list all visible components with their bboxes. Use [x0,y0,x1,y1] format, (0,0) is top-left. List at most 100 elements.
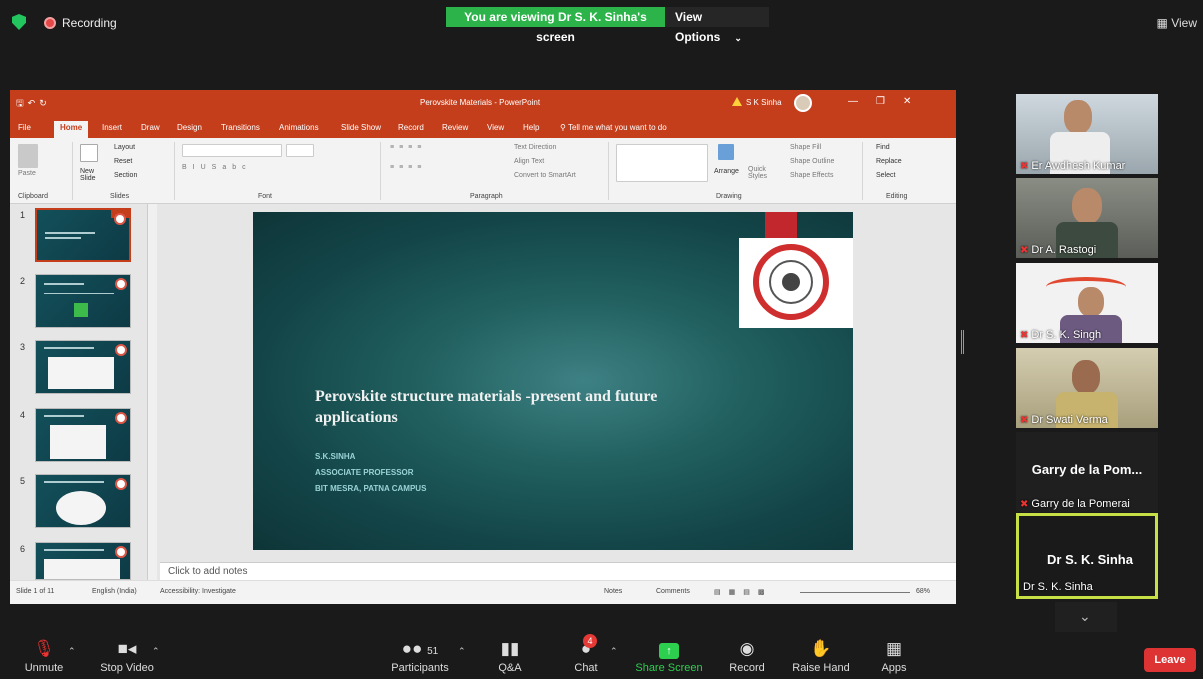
paragraph-list-buttons[interactable]: ≡≡≡≡ [390,144,426,151]
participant-tile[interactable]: ✖ Dr A. Rastogi [1016,178,1158,258]
tab-review[interactable]: Review [442,123,468,132]
view-options-button[interactable]: View Options ⌄ [665,7,769,44]
paste-icon[interactable] [18,144,38,168]
view-mode-buttons[interactable]: ▤▦▤▩ [714,588,772,596]
notes-toggle[interactable]: Notes [604,588,622,595]
font-size-select[interactable] [286,144,314,157]
thumb-text-line [44,283,84,285]
qa-button[interactable]: ▮▮ Q&A [490,638,530,674]
recording-icon [44,17,56,29]
shape-fill-button[interactable]: Shape Fill [790,144,821,151]
qa-icon: ▮▮ [500,639,520,658]
tab-slide-show[interactable]: Slide Show [341,123,381,132]
tab-draw[interactable]: Draw [141,123,160,132]
chat-label: Chat [574,662,598,674]
raise-hand-button[interactable]: ✋ Raise Hand [788,638,854,674]
participants-button[interactable]: ●● 51 Participants [388,638,452,674]
logo-icon [115,478,127,490]
slide-number: 4 [20,410,26,420]
align-text-button[interactable]: Align Text [514,158,544,165]
replace-button[interactable]: Replace [876,158,902,165]
font-format-buttons[interactable]: BIUSabc [182,164,252,171]
participant-face [1064,100,1092,134]
share-screen-button[interactable]: ↑ Share Screen [634,638,704,674]
tab-animations[interactable]: Animations [279,123,319,132]
slide-thumbnail[interactable] [35,340,131,394]
accessibility-status[interactable]: Accessibility: Investigate [160,588,236,595]
thumb-text-line [45,237,81,239]
stop-video-button[interactable]: ■◂ Stop Video [96,638,158,674]
select-button[interactable]: Select [876,172,895,179]
section-button[interactable]: Section [114,172,137,179]
audio-options-caret[interactable]: ⌃ [68,646,76,657]
participant-name-label: Er Awdhesh Kumar [1031,160,1126,172]
arrange-icon[interactable] [718,144,734,160]
tab-design[interactable]: Design [177,123,202,132]
find-button[interactable]: Find [876,144,890,151]
slide-thumbnail[interactable] [35,274,131,328]
apps-button[interactable]: ▦ Apps [874,638,914,674]
new-slide-label[interactable]: New Slide [80,168,108,182]
comments-toggle[interactable]: Comments [656,588,690,595]
arrange-button[interactable]: Arrange [714,168,739,175]
text-direction-button[interactable]: Text Direction [514,144,556,151]
slide-thumbnail[interactable] [35,208,131,262]
shape-effects-button[interactable]: Shape Effects [790,172,833,179]
gallery-scroll-down[interactable]: ⌄ [1055,602,1117,632]
shape-outline-button[interactable]: Shape Outline [790,158,834,165]
chat-button[interactable]: ● 4 Chat [566,634,606,674]
participant-name: ✖ Dr S. K. Singh [1020,329,1101,341]
reset-button[interactable]: Reset [114,158,132,165]
tab-file[interactable]: File [18,123,31,132]
tab-insert[interactable]: Insert [102,123,122,132]
participant-tile[interactable]: ✖ Er Awdhesh Kumar [1016,94,1158,174]
slide-number: 5 [20,476,26,486]
zoom-level[interactable]: 68% [916,588,930,595]
participant-tile[interactable]: ✖ Dr S. K. Singh [1016,263,1158,343]
view-button[interactable]: ▦ View [1157,16,1197,30]
participant-tile[interactable]: Garry de la Pom... ✖ Garry de la Pomerai [1016,432,1158,512]
language-indicator[interactable]: English (India) [92,588,137,595]
slide-thumbnail[interactable] [35,408,131,462]
muted-mic-icon: ✖ [1020,245,1029,256]
tell-me-search[interactable]: ⚲ Tell me what you want to do [560,123,667,132]
chevron-down-icon: ⌄ [734,33,742,43]
unmute-button[interactable]: 🎙 Unmute [20,638,68,674]
tab-transitions[interactable]: Transitions [221,123,260,132]
convert-smartart-button[interactable]: Convert to SmartArt [514,172,576,179]
thumbnail-scrollbar[interactable] [147,204,157,580]
active-speaker-tile[interactable]: Dr S. K. Sinha Dr S. K. Sinha [1016,513,1158,599]
new-slide-icon[interactable] [80,144,98,162]
slide-author: S.K.SINHA [315,452,356,461]
quick-access-toolbar[interactable]: 🖫↶↻ [16,96,51,112]
tab-view[interactable]: View [487,123,504,132]
thumb-image [74,303,88,317]
current-slide[interactable]: Perovskite structure materials -present … [253,212,853,550]
group-clipboard: Clipboard [18,193,48,200]
chat-options-caret[interactable]: ⌃ [610,646,618,657]
logo-icon [115,412,127,424]
record-button[interactable]: ◉ Record [724,638,770,674]
tab-record[interactable]: Record [398,123,424,132]
user-avatar[interactable] [794,94,812,112]
slide-thumbnail[interactable] [35,542,131,580]
video-options-caret[interactable]: ⌃ [152,646,160,657]
font-name-select[interactable] [182,144,282,157]
window-controls[interactable]: —❐✕ [848,96,929,107]
slide-thumbnail[interactable] [35,474,131,528]
tab-help[interactable]: Help [523,123,539,132]
quick-styles-button[interactable]: Quick Styles [748,166,774,180]
thumb-text-line [44,415,84,417]
notes-pane[interactable]: Click to add notes [160,562,956,580]
layout-button[interactable]: Layout [114,144,135,151]
leave-button[interactable]: Leave [1144,648,1196,672]
zoom-slider[interactable] [800,592,910,593]
participant-tile[interactable]: ✖ Dr Swati Verma [1016,348,1158,428]
shapes-gallery[interactable] [616,144,708,182]
tab-home[interactable]: Home [54,121,89,138]
paragraph-align-buttons[interactable]: ≡≡≡≡ [390,164,426,171]
gallery-resize-handle[interactable] [961,330,964,354]
participants-options-caret[interactable]: ⌃ [458,646,466,657]
user-name[interactable]: S K Sinha [746,98,782,107]
encryption-shield-icon[interactable] [12,14,26,30]
